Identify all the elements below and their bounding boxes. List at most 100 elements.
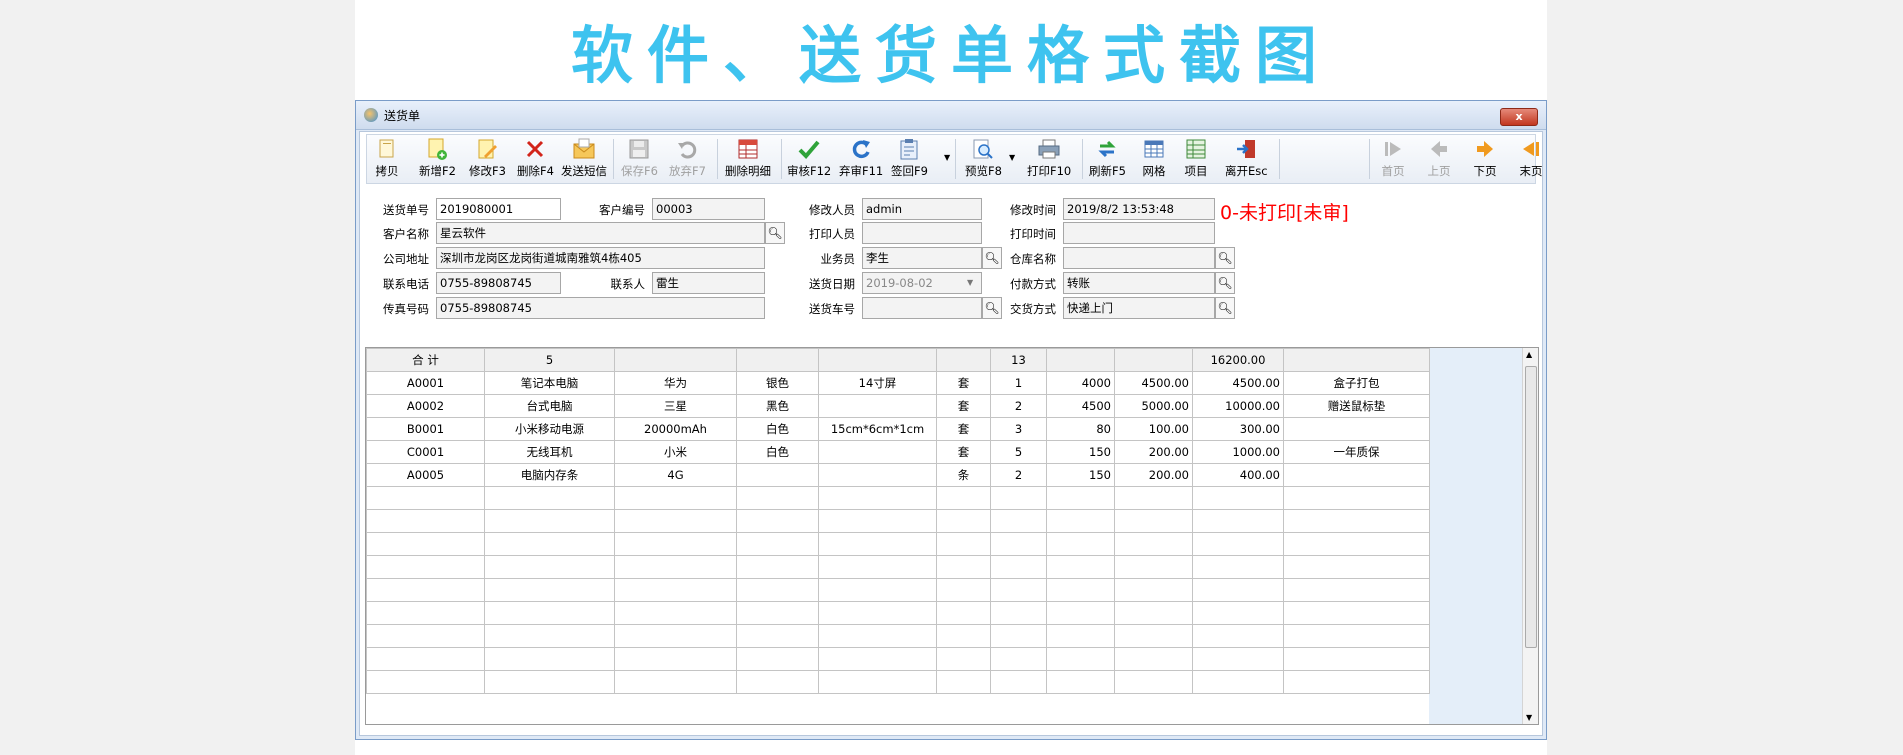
table-cell[interactable] [484,555,615,579]
table-cell[interactable] [614,486,737,510]
table-cell[interactable] [1046,486,1115,510]
table-cell[interactable]: 4G [614,463,737,487]
customer-name-field[interactable]: 星云软件 [436,222,765,244]
table-cell[interactable] [736,578,819,602]
table-cell[interactable]: 5 [990,440,1047,464]
table-row[interactable]: A0005 电脑内存条 4G 条 2 150 200.00 400.00 [366,463,1430,487]
table-cell[interactable] [936,578,991,602]
table-cell[interactable] [1283,601,1430,625]
table-cell[interactable]: 4500 [1046,394,1115,418]
table-cell[interactable] [936,532,991,556]
table-cell[interactable] [614,670,737,694]
table-cell[interactable] [614,601,737,625]
table-cell[interactable] [484,670,615,694]
table-cell[interactable] [1283,555,1430,579]
table-cell[interactable] [1046,601,1115,625]
table-cell[interactable] [818,647,937,671]
table-cell[interactable] [818,394,937,418]
table-cell[interactable] [1046,509,1115,533]
table-cell[interactable] [736,601,819,625]
table-row[interactable] [366,601,1430,625]
table-cell[interactable]: 300.00 [1192,417,1284,441]
table-cell[interactable] [990,578,1047,602]
table-cell[interactable] [1283,532,1430,556]
refresh-button[interactable]: 刷新F5 [1089,137,1126,179]
chevron-down-icon[interactable]: ▼ [944,153,950,162]
table-cell[interactable] [990,509,1047,533]
first-page-button[interactable]: 首页 [1381,137,1405,179]
table-cell[interactable] [936,624,991,648]
table-cell[interactable] [736,532,819,556]
table-cell[interactable] [1283,509,1430,533]
table-cell[interactable] [818,555,937,579]
table-cell[interactable] [818,670,937,694]
table-cell[interactable] [614,509,737,533]
table-cell[interactable] [366,509,485,533]
table-cell[interactable] [366,670,485,694]
table-cell[interactable] [990,532,1047,556]
vehicle-search-button[interactable]: 🔍︎ [982,297,1002,319]
table-cell[interactable] [614,647,737,671]
table-cell[interactable] [1114,647,1193,671]
table-cell[interactable] [1114,532,1193,556]
table-row[interactable] [366,670,1430,694]
customer-no-field[interactable]: 00003 [652,198,765,220]
modified-time-field[interactable]: 2019/8/2 13:53:48 [1063,198,1215,220]
table-cell[interactable] [614,555,737,579]
table-cell[interactable]: 白色 [736,417,819,441]
grid-button[interactable]: 网格 [1142,137,1166,179]
table-cell[interactable]: 赠送鼠标垫 [1283,394,1430,418]
unaudit-button[interactable]: 弃审F11 [839,137,883,179]
table-cell[interactable] [614,624,737,648]
table-cell[interactable] [990,486,1047,510]
edit-button[interactable]: 修改F3 [469,137,506,179]
table-cell[interactable] [1114,555,1193,579]
table-cell[interactable] [1046,670,1115,694]
exit-button[interactable]: 离开Esc [1225,137,1268,179]
table-cell[interactable] [484,601,615,625]
table-cell[interactable] [1046,647,1115,671]
table-cell[interactable] [484,486,615,510]
table-cell[interactable]: 4500.00 [1114,371,1193,395]
prev-page-button[interactable]: 上页 [1427,137,1451,179]
table-cell[interactable] [818,486,937,510]
table-cell[interactable] [936,509,991,533]
table-cell[interactable]: C0001 [366,440,485,464]
table-cell[interactable] [484,647,615,671]
table-cell[interactable] [736,624,819,648]
table-cell[interactable] [936,555,991,579]
copy-button[interactable]: 拷贝 [375,137,399,179]
delete-button[interactable]: 删除F4 [517,137,554,179]
table-cell[interactable] [484,578,615,602]
table-cell[interactable] [818,463,937,487]
table-cell[interactable]: 套 [936,371,991,395]
table-row[interactable] [366,486,1430,510]
table-cell[interactable] [1114,509,1193,533]
table-cell[interactable] [1192,578,1284,602]
table-cell[interactable] [1192,647,1284,671]
table-row[interactable]: A0001 笔记本电脑 华为 银色 14寸屏套 1 4000 4500.00 4500.00 盒子… [366,371,1430,395]
table-cell[interactable] [1046,578,1115,602]
address-field[interactable]: 深圳市龙岗区龙岗街道城南雅筑4栋405 [436,247,765,269]
table-cell[interactable]: 400.00 [1192,463,1284,487]
table-cell[interactable] [484,509,615,533]
table-cell[interactable]: B0001 [366,417,485,441]
table-row[interactable] [366,509,1430,533]
table-cell[interactable]: 1000.00 [1192,440,1284,464]
table-cell[interactable] [936,601,991,625]
table-cell[interactable]: 三星 [614,394,737,418]
table-cell[interactable]: 2 [990,394,1047,418]
table-cell[interactable] [1283,647,1430,671]
table-cell[interactable]: 80 [1046,417,1115,441]
table-cell[interactable] [990,670,1047,694]
printed-by-field[interactable] [862,222,982,244]
table-cell[interactable]: 100.00 [1114,417,1193,441]
table-cell[interactable] [936,647,991,671]
table-cell[interactable] [1046,624,1115,648]
table-cell[interactable]: 电脑内存条 [484,463,615,487]
table-cell[interactable]: 无线耳机 [484,440,615,464]
table-cell[interactable]: 15cm*6cm*1cm [818,417,937,441]
customer-search-button[interactable]: 🔍︎ [765,222,785,244]
table-row[interactable] [366,532,1430,556]
audit-button[interactable]: 审核F12 [787,137,831,179]
